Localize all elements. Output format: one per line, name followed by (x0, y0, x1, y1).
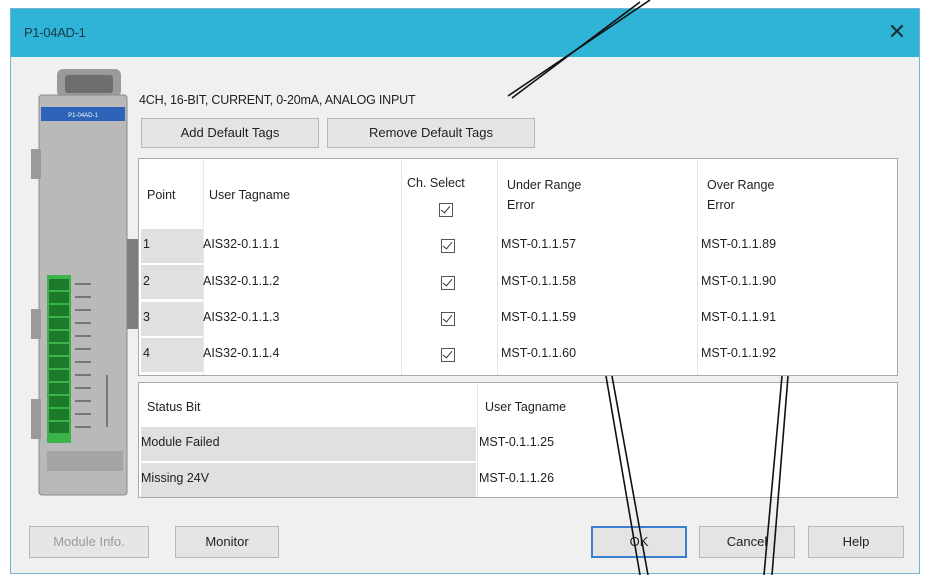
point-number: 2 (143, 274, 150, 288)
points-table: Point User Tagname Ch. Select Under Rang… (138, 158, 898, 376)
user-tagname-cell[interactable]: AIS32-0.1.1.3 (203, 310, 279, 324)
status-bit-cell: Missing 24V (141, 471, 210, 485)
under-range-cell[interactable]: MST-0.1.1.60 (501, 346, 576, 360)
table-row[interactable] (141, 338, 203, 372)
title-bar: P1-04AD-1 ✕ (11, 9, 919, 57)
header-over-range-1[interactable]: Over Range (707, 175, 774, 195)
channel-checkbox[interactable] (441, 276, 455, 290)
over-range-cell[interactable]: MST-0.1.1.92 (701, 346, 776, 360)
close-icon[interactable]: ✕ (883, 18, 911, 46)
under-range-cell[interactable]: MST-0.1.1.57 (501, 237, 576, 251)
channel-checkbox[interactable] (441, 239, 455, 253)
monitor-button[interactable]: Monitor (175, 526, 279, 558)
user-tagname-cell[interactable]: AIS32-0.1.1.2 (203, 274, 279, 288)
channel-checkbox[interactable] (441, 348, 455, 362)
header-under-range-2[interactable]: Error (507, 195, 535, 215)
over-range-cell[interactable]: MST-0.1.1.90 (701, 274, 776, 288)
add-default-tags-button[interactable]: Add Default Tags (141, 118, 319, 148)
module-config-dialog: P1-04AD-1 ✕ P1-04AD-1 4CH, 16-BIT, CURRE… (10, 8, 920, 574)
module-info-button[interactable]: Module Info. (29, 526, 149, 558)
header-over-range-2[interactable]: Error (707, 195, 735, 215)
header-ch-select[interactable]: Ch. Select (407, 173, 465, 193)
over-range-cell[interactable]: MST-0.1.1.91 (701, 310, 776, 324)
select-all-checkbox[interactable] (439, 203, 453, 217)
module-image: P1-04AD-1 (31, 69, 141, 496)
header-status-user-tagname[interactable]: User Tagname (485, 397, 566, 417)
module-description: 4CH, 16-BIT, CURRENT, 0-20mA, ANALOG INP… (139, 93, 416, 107)
status-table: Status Bit User Tagname Module Failed MS… (138, 382, 898, 498)
user-tagname-cell[interactable]: AIS32-0.1.1.1 (203, 237, 279, 251)
point-number: 4 (143, 346, 150, 360)
module-label: P1-04AD-1 (68, 113, 98, 119)
under-range-cell[interactable]: MST-0.1.1.58 (501, 274, 576, 288)
remove-default-tags-button[interactable]: Remove Default Tags (327, 118, 535, 148)
status-bit-cell: Module Failed (141, 435, 220, 449)
table-row[interactable] (141, 265, 203, 299)
ok-button[interactable]: OK (591, 526, 687, 558)
cancel-button[interactable]: Cancel (699, 526, 795, 558)
under-range-cell[interactable]: MST-0.1.1.59 (501, 310, 576, 324)
status-tagname-cell[interactable]: MST-0.1.1.25 (479, 435, 554, 449)
point-number: 3 (143, 310, 150, 324)
user-tagname-cell[interactable]: AIS32-0.1.1.4 (203, 346, 279, 360)
status-tagname-cell[interactable]: MST-0.1.1.26 (479, 471, 554, 485)
header-status-bit[interactable]: Status Bit (147, 397, 201, 417)
table-row[interactable] (141, 302, 203, 336)
table-row[interactable] (141, 229, 203, 263)
header-under-range-1[interactable]: Under Range (507, 175, 581, 195)
over-range-cell[interactable]: MST-0.1.1.89 (701, 237, 776, 251)
point-number: 1 (143, 237, 150, 251)
help-button[interactable]: Help (808, 526, 904, 558)
window-title: P1-04AD-1 (24, 25, 86, 40)
channel-checkbox[interactable] (441, 312, 455, 326)
header-user-tagname[interactable]: User Tagname (209, 185, 290, 205)
header-point[interactable]: Point (147, 185, 176, 205)
